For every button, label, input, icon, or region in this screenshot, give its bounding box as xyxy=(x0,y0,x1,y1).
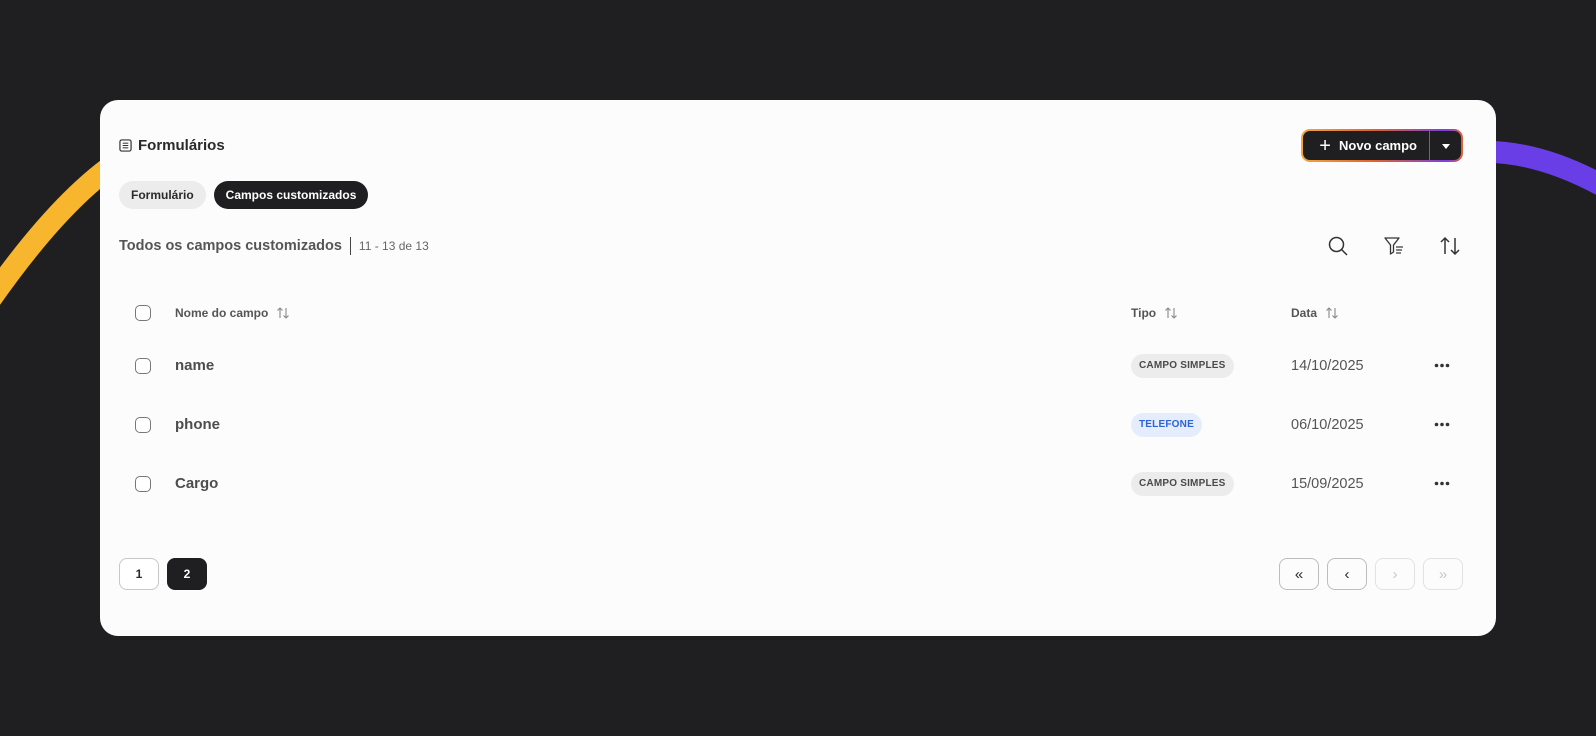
field-type: TELEFONE xyxy=(1131,412,1202,437)
sort-button[interactable] xyxy=(1437,233,1463,259)
row-actions-button[interactable] xyxy=(1432,356,1452,376)
type-badge: CAMPO SIMPLES xyxy=(1131,471,1234,496)
card-header: Formulários + Novo campo xyxy=(119,129,1463,162)
field-name: phone xyxy=(175,416,220,433)
page-navigation: « ‹ › » xyxy=(1279,558,1463,590)
field-date: 15/09/2025 xyxy=(1291,475,1364,492)
more-icon xyxy=(1434,363,1450,368)
field-name: Cargo xyxy=(175,475,219,492)
new-field-split-button: + Novo campo xyxy=(1301,129,1463,162)
list-heading: Todos os campos customizados 11 - 13 de … xyxy=(119,237,429,255)
new-field-dropdown-button[interactable] xyxy=(1430,131,1461,160)
tabs: Formulário Campos customizados xyxy=(119,181,369,209)
search-icon xyxy=(1328,236,1348,256)
table-row[interactable]: phone TELEFONE 06/10/2025 xyxy=(119,395,1477,454)
column-header-date-label: Data xyxy=(1291,306,1318,320)
row-actions-button[interactable] xyxy=(1432,474,1452,494)
plus-icon: + xyxy=(1319,134,1331,157)
more-icon xyxy=(1434,422,1450,427)
custom-fields-card: Formulários + Novo campo Formulário Camp… xyxy=(100,100,1496,636)
page-title: Formulários xyxy=(119,137,225,154)
field-type: CAMPO SIMPLES xyxy=(1131,353,1234,378)
column-header-type-label: Tipo xyxy=(1131,306,1157,320)
row-actions-button[interactable] xyxy=(1432,415,1452,435)
field-type: CAMPO SIMPLES xyxy=(1131,471,1234,496)
field-date: 14/10/2025 xyxy=(1291,357,1364,374)
page-button-1[interactable]: 1 xyxy=(119,558,159,590)
column-header-date: Data xyxy=(1291,306,1339,320)
tab-campos-customizados[interactable]: Campos customizados xyxy=(213,181,369,209)
new-field-button-label: Novo campo xyxy=(1338,138,1417,153)
select-all-checkbox[interactable] xyxy=(135,305,151,321)
list-tools xyxy=(1325,233,1463,259)
sort-icon[interactable] xyxy=(1164,306,1178,320)
table-row[interactable]: Cargo CAMPO SIMPLES 15/09/2025 xyxy=(119,454,1477,513)
table-header-row: Nome do campo Tipo Data xyxy=(119,290,1477,336)
list-title: Todos os campos customizados xyxy=(119,238,342,254)
list-toolbar: Todos os campos customizados 11 - 13 de … xyxy=(119,234,1463,258)
column-header-type: Tipo xyxy=(1131,306,1178,320)
sort-icon xyxy=(1440,236,1460,256)
column-header-name: Nome do campo xyxy=(175,306,290,320)
previous-page-button[interactable]: ‹ xyxy=(1327,558,1367,590)
next-page-button[interactable]: › xyxy=(1375,558,1415,590)
table-row[interactable]: name CAMPO SIMPLES 14/10/2025 xyxy=(119,336,1477,395)
type-badge: TELEFONE xyxy=(1131,412,1202,437)
type-badge: CAMPO SIMPLES xyxy=(1131,353,1234,378)
divider xyxy=(349,237,351,255)
last-page-button[interactable]: » xyxy=(1423,558,1463,590)
more-icon xyxy=(1434,481,1450,486)
page-title-text: Formulários xyxy=(138,137,225,154)
row-checkbox[interactable] xyxy=(135,416,151,433)
field-name: name xyxy=(175,357,215,374)
page-button-2[interactable]: 2 xyxy=(167,558,207,590)
sort-icon[interactable] xyxy=(1325,306,1339,320)
tab-formulario[interactable]: Formulário xyxy=(119,181,206,209)
form-icon xyxy=(119,139,132,152)
filter-icon xyxy=(1384,237,1403,255)
first-page-button[interactable]: « xyxy=(1279,558,1319,590)
record-range: 11 - 13 de 13 xyxy=(358,239,429,253)
sort-icon[interactable] xyxy=(276,306,290,320)
search-button[interactable] xyxy=(1325,233,1351,259)
caret-down-icon xyxy=(1441,143,1450,149)
field-date: 06/10/2025 xyxy=(1291,416,1364,433)
fields-table: Nome do campo Tipo Data name CAMPO SIMPL… xyxy=(119,290,1477,513)
new-field-button[interactable]: + Novo campo xyxy=(1303,131,1430,160)
row-checkbox[interactable] xyxy=(135,475,151,492)
row-checkbox[interactable] xyxy=(135,357,151,374)
column-header-name-label: Nome do campo xyxy=(175,306,269,320)
filter-button[interactable] xyxy=(1381,233,1407,259)
page-numbers: 1 2 xyxy=(119,558,207,590)
